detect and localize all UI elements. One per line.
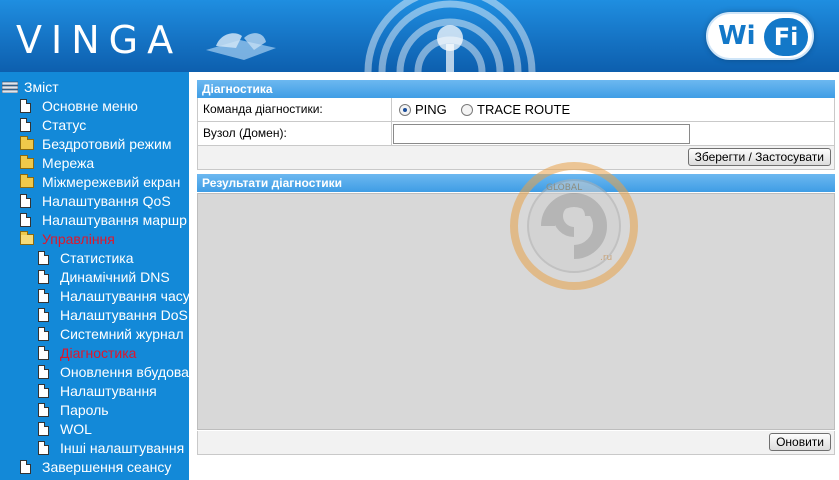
sidebar-item-label: Налаштування маршр [42,212,187,228]
sidebar-item-label: Статус [42,117,87,133]
sidebar-item-label: Динамічний DNS [60,269,170,285]
sidebar-item-label: Мережа [42,155,95,171]
folder-icon [20,155,34,169]
document-icon [38,270,49,284]
sidebar-item-label: Налаштування часу [60,288,189,304]
keyboard-hands-icon [206,33,276,60]
results-output-area [197,193,835,430]
document-icon [38,327,49,341]
sidebar-item-label: Налаштування DoS [60,307,188,323]
document-icon [38,384,49,398]
document-icon [20,118,31,132]
wifi-logo-left: Wi [718,21,756,51]
document-icon [20,460,31,474]
sidebar-item-14[interactable]: Оновлення вбудова [0,363,189,382]
document-icon [38,365,49,379]
document-icon [38,346,49,360]
brand-logo: VINGA [16,18,183,62]
save-apply-button[interactable]: Зберегти / Застосувати [687,148,831,166]
sidebar-item-16[interactable]: Пароль [0,401,189,420]
sidebar-item-10[interactable]: Налаштування часу [0,287,189,306]
document-icon [38,403,49,417]
sidebar-item-9[interactable]: Динамічний DNS [0,268,189,287]
sidebar-root-label: Зміст [24,79,59,95]
sidebar-item-2[interactable]: Бездротовий режим [0,135,189,154]
document-icon [38,441,49,455]
sidebar-navigation: Зміст Основне меню Статус Бездротовий режи… [0,72,189,480]
sidebar-item-6[interactable]: Налаштування маршр [0,211,189,230]
wifi-logo: Wi Fi [706,12,814,60]
sidebar-item-13[interactable]: Діагностика [0,344,189,363]
sidebar-item-label: Інші налаштування [60,440,185,456]
host-input[interactable] [393,124,690,144]
sidebar-item-label: Статистика [60,250,134,266]
host-label: Вузол (Домен): [198,122,392,145]
sidebar-item-18[interactable]: Інші налаштування [0,439,189,458]
sidebar-item-label: Управління [42,231,115,247]
sidebar-item-7[interactable]: Управління [0,230,189,249]
document-icon [20,99,31,113]
trace-route-radio[interactable] [461,104,473,116]
sidebar-item-12[interactable]: Системний журнал [0,325,189,344]
document-icon [38,308,49,322]
command-options: PING TRACE ROUTE [393,98,834,121]
sidebar-item-15[interactable]: Налаштування [0,382,189,401]
folder-open-icon [20,231,34,245]
document-icon [38,422,49,436]
sidebar-item-0[interactable]: Основне меню [0,97,189,116]
sidebar-item-label: Бездротовий режим [42,136,172,152]
sidebar-item-11[interactable]: Налаштування DoS [0,306,189,325]
sidebar-item-label: Завершення сеансу [42,459,172,475]
sidebar-item-17[interactable]: WOL [0,420,189,439]
sidebar-item-label: Міжмережевий екран [42,174,181,190]
results-section-title: Результати діагностики [197,174,835,192]
document-icon [20,213,31,227]
header-banner: VINGA Wi Fi [0,0,839,72]
sidebar-item-5[interactable]: Налаштування QoS [0,192,189,211]
save-row: Зберегти / Застосувати [197,146,835,170]
wireless-signal-icon [364,0,536,72]
sidebar-item-label: Оновлення вбудова [60,364,189,380]
tree-root-icon [2,81,18,93]
sidebar-item-8[interactable]: Статистика [0,249,189,268]
sidebar-item-label: Системний журнал [60,326,184,342]
command-row: Команда діагностики: PING TRACE ROUTE [197,98,835,122]
ping-radio-label: PING [415,102,447,117]
sidebar-item-label: Пароль [60,402,109,418]
ping-radio[interactable] [399,104,411,116]
document-icon [38,289,49,303]
sidebar-item-4[interactable]: Міжмережевий екран [0,173,189,192]
diagnostics-section-title: Діагностика [197,80,835,98]
sidebar-item-3[interactable]: Мережа [0,154,189,173]
sidebar-item-label: Основне меню [42,98,138,114]
sidebar-item-label: Налаштування QoS [42,193,171,209]
folder-icon [20,174,34,188]
sidebar-item-label: Діагностика [60,345,137,361]
sidebar-item-label: WOL [60,421,92,437]
host-value-cell [393,122,834,145]
document-icon [20,194,31,208]
sidebar-item-1[interactable]: Статус [0,116,189,135]
wifi-logo-right: Fi [764,18,808,56]
refresh-row: Оновити [197,431,835,455]
trace-route-radio-label: TRACE ROUTE [477,102,571,117]
command-label: Команда діагностики: [198,98,392,121]
sidebar-item-19[interactable]: Завершення сеансу [0,458,189,477]
refresh-button[interactable]: Оновити [769,433,831,451]
folder-icon [20,136,34,150]
sidebar-item-label: Налаштування [60,383,157,399]
sidebar-root[interactable]: Зміст [0,78,189,97]
document-icon [38,251,49,265]
host-row: Вузол (Домен): [197,122,835,146]
